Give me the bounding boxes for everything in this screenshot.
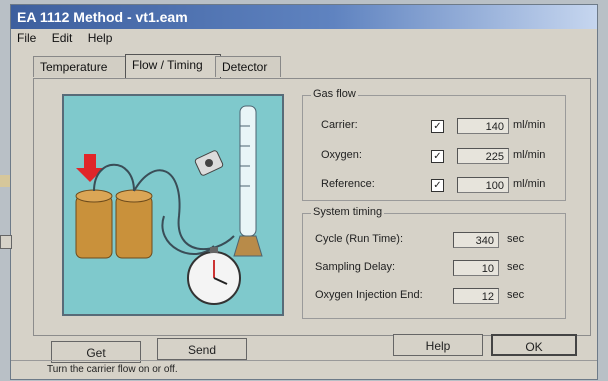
reference-label: Reference: [321,178,375,190]
carrier-checkbox[interactable]: ✓ [431,120,444,133]
sampling-label: Sampling Delay: [315,261,396,273]
tab-detector[interactable]: Detector [215,56,281,77]
send-button[interactable]: Send [157,338,247,360]
oxygen-unit: ml/min [513,149,546,161]
gas-flow-title: Gas flow [311,88,358,100]
cylinder-left [75,195,113,259]
menu-bar: File Edit Help [11,29,597,47]
oxygen-checkbox[interactable]: ✓ [431,150,444,163]
menu-help[interactable]: Help [82,29,119,47]
system-timing-title: System timing [311,206,385,218]
sampling-row: Sampling Delay: 10 sec [303,258,565,278]
oxygen-injection-input[interactable]: 12 [453,288,499,304]
menu-file[interactable]: File [11,29,42,47]
carrier-unit: ml/min [513,119,546,131]
carrier-label: Carrier: [321,119,358,131]
sampling-delay-input[interactable]: 10 [453,260,499,276]
scroll-left-arrow-icon[interactable] [0,235,12,249]
carrier-row: Carrier: ✓ 140 ml/min [303,116,565,136]
reference-row: Reference: ✓ 100 ml/min [303,175,565,195]
menu-edit[interactable]: Edit [46,29,79,47]
tab-flow-timing[interactable]: Flow / Timing [125,54,221,78]
oxygen-flow-input[interactable]: 225 [457,148,509,164]
status-bar: Turn the carrier flow on or off. [11,360,597,379]
window-title: EA 1112 Method - vt1.eam [11,5,597,29]
folder-icon [0,175,10,187]
red-arrow-icon [76,154,104,182]
reference-flow-input[interactable]: 100 [457,177,509,193]
oxygen-injection-unit: sec [507,289,525,301]
reference-checkbox[interactable]: ✓ [431,179,444,192]
carrier-flow-input[interactable]: 140 [457,118,509,134]
oxygen-injection-row: Oxygen Injection End: 12 sec [303,286,565,306]
flow-timing-panel: Gas flow Carrier: ✓ 140 ml/min Oxygen: ✓… [33,78,591,336]
instrument-illustration [62,94,284,316]
instrument-diagram [75,105,263,305]
tab-temperature[interactable]: Temperature [33,56,131,77]
oxygen-row: Oxygen: ✓ 225 ml/min [303,146,565,166]
help-button[interactable]: Help [393,334,483,356]
oxygen-label: Oxygen: [321,149,362,161]
cylinder-right [115,195,153,259]
gas-flow-group: Gas flow Carrier: ✓ 140 ml/min Oxygen: ✓… [302,88,566,201]
cycle-time-input[interactable]: 340 [453,232,499,248]
cycle-label: Cycle (Run Time): [315,233,404,245]
cycle-unit: sec [507,233,525,245]
method-dialog: EA 1112 Method - vt1.eam File Edit Help … [10,4,598,380]
sampling-unit: sec [507,261,525,273]
oxygen-injection-label: Oxygen Injection End: [315,289,423,301]
ok-button[interactable]: OK [491,334,577,356]
cycle-row: Cycle (Run Time): 340 sec [303,230,565,250]
system-timing-group: System timing Cycle (Run Time): 340 sec … [302,206,566,319]
reference-unit: ml/min [513,178,546,190]
